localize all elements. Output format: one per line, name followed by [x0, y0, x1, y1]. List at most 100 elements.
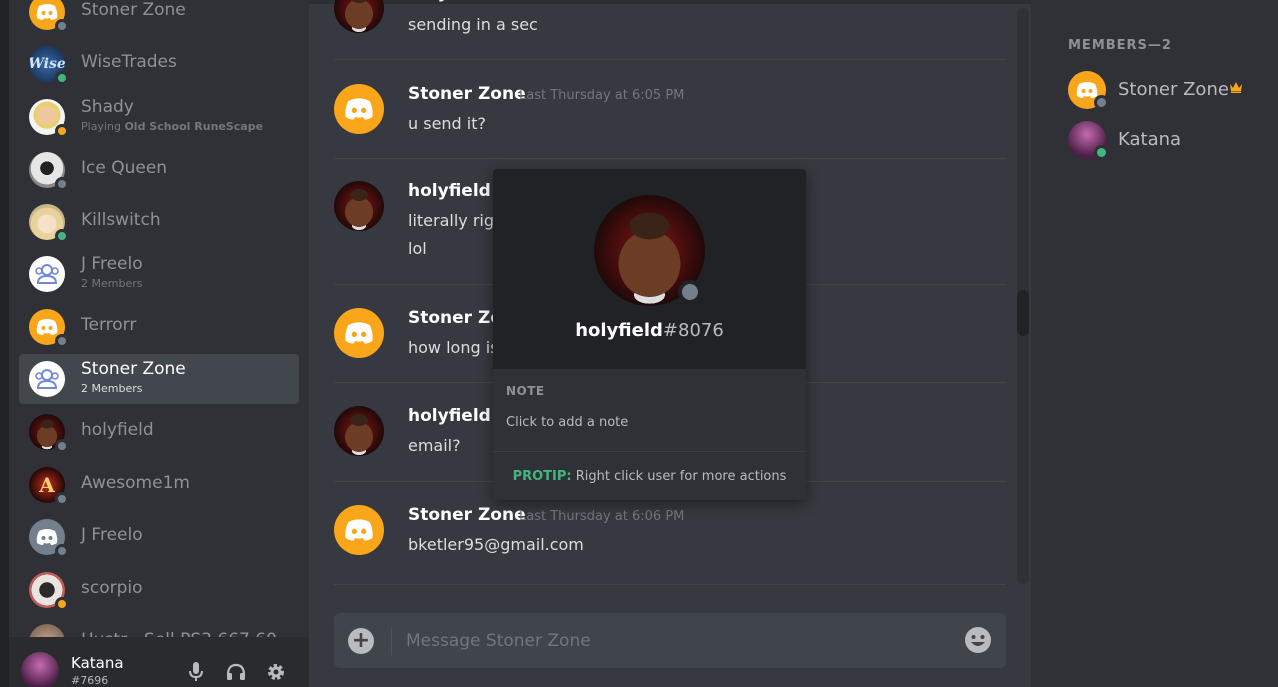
avatar: [29, 0, 69, 33]
status-dot: [55, 492, 69, 506]
dm-item-awesome1m[interactable]: A Awesome1m: [19, 460, 299, 510]
message-author[interactable]: holyfield: [408, 181, 491, 201]
message-avatar[interactable]: [334, 84, 384, 134]
discord-logo-icon: [345, 98, 373, 120]
dm-item-wisetrades[interactable]: Wise WiseTrades: [19, 39, 299, 89]
activity-game: Old School RuneScape: [124, 120, 264, 133]
message-author[interactable]: holyfield: [408, 406, 491, 426]
message-composer: +: [334, 613, 1006, 668]
message-text: bketler95@gmail.com: [408, 535, 584, 554]
message-text: email?: [408, 436, 461, 455]
dm-name: holyfield: [81, 420, 154, 440]
message-author[interactable]: Stoner Zone: [408, 505, 526, 525]
headphones-icon: [226, 663, 246, 680]
dm-name: Terrorr: [81, 315, 137, 335]
dm-item-scorpio[interactable]: scorpio: [19, 565, 299, 615]
message-group: Stoner Zone Last Thursday at 6:06 PM bke…: [334, 505, 1006, 565]
settings-button[interactable]: [265, 661, 287, 683]
message-text: literally righ: [408, 211, 505, 230]
dm-member-count: 2 Members: [81, 277, 143, 290]
member-item-stoner-zone[interactable]: Stoner Zone: [1068, 69, 1268, 113]
dm-item-terrorr[interactable]: Terrorr: [19, 302, 299, 352]
emoji-button[interactable]: [964, 626, 992, 654]
avatar: A: [29, 467, 69, 506]
status-dot: [1094, 95, 1109, 110]
member-item-katana[interactable]: Katana: [1068, 119, 1268, 163]
avatar: [29, 309, 69, 348]
discord-app: Stoner Zone Wise WiseTrades Shady Playin…: [0, 0, 1278, 687]
mute-button[interactable]: [185, 661, 207, 683]
protip: PROTIP: Right click user for more action…: [493, 469, 806, 484]
username: holyfield: [575, 320, 663, 341]
user-panel: Katana #7696: [9, 637, 309, 687]
user-avatar[interactable]: [21, 652, 59, 687]
avatar: [29, 256, 65, 292]
dm-item-stoner-zone[interactable]: Stoner Zone: [19, 0, 299, 37]
status-dot: [55, 177, 69, 191]
message-input[interactable]: [406, 625, 946, 657]
dm-item-shady[interactable]: Shady Playing Old School RuneScape: [19, 92, 299, 142]
dm-member-count: 2 Members: [81, 382, 143, 395]
dm-name: Ice Queen: [81, 158, 168, 178]
discord-logo-icon: [36, 4, 58, 20]
scrollbar-thumb[interactable]: [1017, 290, 1029, 336]
message-avatar[interactable]: [334, 181, 384, 231]
dm-item-stoner-zone-group[interactable]: Stoner Zone 2 Members: [19, 354, 299, 404]
note-label: NOTE: [506, 384, 545, 398]
message-divider: [334, 584, 1006, 585]
dm-name: WiseTrades: [81, 52, 177, 72]
dm-name: Killswitch: [81, 210, 161, 230]
dm-item-j-freelo-group[interactable]: J Freelo 2 Members: [19, 249, 299, 299]
status-dot: [55, 544, 69, 558]
member-list-header: MEMBERS—2: [1068, 38, 1172, 53]
dm-item-killswitch[interactable]: Killswitch: [19, 197, 299, 247]
message-group: holyfield sending in a sec: [334, 0, 1006, 43]
member-name: Stoner Zone: [1118, 79, 1229, 100]
status-dot: [55, 229, 69, 243]
avatar: [29, 572, 69, 611]
deafen-button[interactable]: [225, 661, 247, 683]
message-divider: [334, 59, 1006, 60]
message-avatar[interactable]: [334, 0, 384, 33]
popout-username: holyfield#8076: [493, 320, 806, 341]
smiley-icon: [965, 627, 991, 653]
attach-button[interactable]: +: [348, 628, 374, 654]
dm-name: Shady: [81, 97, 134, 117]
message-group: Stoner Zone Last Thursday at 6:05 PM u s…: [334, 84, 1006, 144]
message-avatar[interactable]: [334, 406, 384, 456]
protip-text: Right click user for more actions: [571, 469, 787, 484]
avatar: [29, 99, 69, 138]
microphone-icon: [189, 662, 203, 681]
status-dot: [55, 124, 69, 138]
avatar: [29, 519, 69, 558]
status-dot: [55, 334, 69, 348]
popout-header: holyfield#8076: [493, 169, 806, 369]
dm-item-ice-queen[interactable]: Ice Queen: [19, 145, 299, 195]
group-icon: [35, 264, 59, 284]
message-author[interactable]: Stoner Zone: [408, 84, 526, 104]
status-dot: [55, 19, 69, 33]
activity-prefix: Playing: [81, 120, 125, 133]
member-list: MEMBERS—2 Stoner Zone Katana: [1031, 0, 1278, 687]
discord-logo-icon: [345, 322, 373, 344]
status-dot: [678, 280, 702, 304]
message-avatar[interactable]: [334, 308, 384, 358]
discriminator: #8076: [662, 320, 724, 341]
status-dot: [1094, 145, 1109, 160]
discord-logo-icon: [345, 519, 373, 541]
message-author[interactable]: holyfield: [408, 0, 491, 3]
message-text: u send it?: [408, 114, 486, 133]
avatar: [29, 204, 69, 243]
message-text: how long is: [408, 338, 499, 357]
discord-logo-icon: [36, 319, 58, 335]
avatar: [29, 361, 65, 397]
dm-name: scorpio: [81, 578, 143, 598]
dm-item-j-freelo[interactable]: J Freelo: [19, 512, 299, 562]
dm-name: Awesome1m: [81, 473, 190, 493]
server-strip: [0, 0, 9, 687]
note-input[interactable]: Click to add a note: [506, 415, 628, 430]
avatar: Wise: [29, 46, 69, 85]
dm-item-holyfield[interactable]: holyfield: [19, 407, 299, 457]
message-avatar[interactable]: [334, 505, 384, 555]
message-timestamp: Last Thursday at 6:06 PM: [519, 509, 685, 524]
